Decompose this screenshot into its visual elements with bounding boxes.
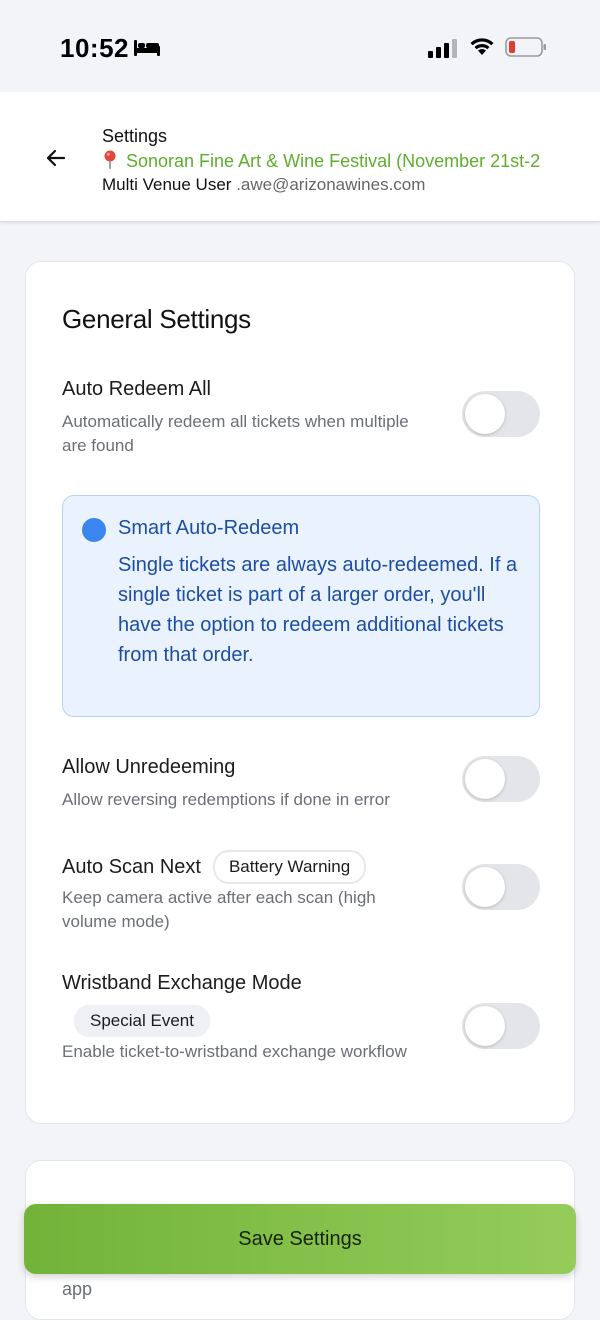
special-event-badge: Special Event: [74, 1005, 210, 1037]
back-arrow-icon: [46, 149, 66, 167]
signal-icon: [428, 39, 457, 58]
smart-auto-redeem-info: Smart Auto-Redeem Single tickets are alw…: [62, 495, 540, 717]
toggle-knob: [465, 867, 505, 907]
auto-scan-toggle[interactable]: [462, 864, 540, 910]
auto-scan-label: Auto Scan Next: [62, 855, 201, 878]
auto-redeem-label: Auto Redeem All: [62, 378, 211, 400]
venue-name[interactable]: Sonoran Fine Art & Wine Festival (Novemb…: [102, 150, 600, 172]
info-title: Smart Auto-Redeem: [118, 517, 300, 539]
toggle-knob: [465, 759, 505, 799]
page-title: Settings: [102, 126, 168, 146]
toggle-knob: [465, 1006, 505, 1046]
back-button[interactable]: [40, 144, 72, 172]
auto-redeem-description: Automatically redeem all tickets when mu…: [62, 412, 409, 455]
status-bar: 10:52: [0, 0, 600, 92]
wifi-icon: [470, 38, 494, 55]
wristband-toggle[interactable]: [462, 1003, 540, 1049]
battery-low-icon: [505, 37, 546, 57]
toggle-knob: [465, 394, 505, 434]
status-time: 10:52: [60, 33, 129, 63]
auto-redeem-toggle[interactable]: [462, 391, 540, 437]
save-settings-button[interactable]: Save Settings: [24, 1204, 576, 1274]
app-header: Settings Sonoran Fine Art & Wine Festiva…: [0, 92, 600, 222]
bed-icon: [134, 40, 160, 56]
user-info: Multi Venue User .awe@arizonawines.com: [102, 175, 425, 195]
wristband-description: Enable ticket-to-wristband exchange work…: [62, 1042, 407, 1061]
wristband-label: Wristband Exchange Mode: [62, 972, 302, 994]
general-settings-card: General Settings Auto Redeem All Automat…: [25, 261, 575, 1124]
user-name: Multi Venue User: [102, 175, 232, 194]
user-email: .awe@arizonawines.com: [236, 175, 426, 194]
peek-text: app: [62, 1279, 93, 1299]
allow-unredeem-description: Allow reversing redemptions if done in e…: [62, 790, 390, 809]
info-dot-icon: [82, 518, 106, 542]
location-pin-icon: [104, 150, 116, 169]
venue-label: Sonoran Fine Art & Wine Festival (Novemb…: [126, 151, 541, 171]
allow-unredeem-toggle[interactable]: [462, 756, 540, 802]
auto-scan-row: Auto Scan Next Battery Warning: [62, 850, 367, 884]
battery-warning-badge: Battery Warning: [212, 850, 367, 884]
info-text: Single tickets are always auto-redeemed.…: [118, 554, 518, 666]
section-title: General Settings: [62, 304, 251, 334]
auto-scan-description: Keep camera active after each scan (high…: [62, 888, 376, 931]
allow-unredeem-label: Allow Unredeeming: [62, 756, 236, 778]
